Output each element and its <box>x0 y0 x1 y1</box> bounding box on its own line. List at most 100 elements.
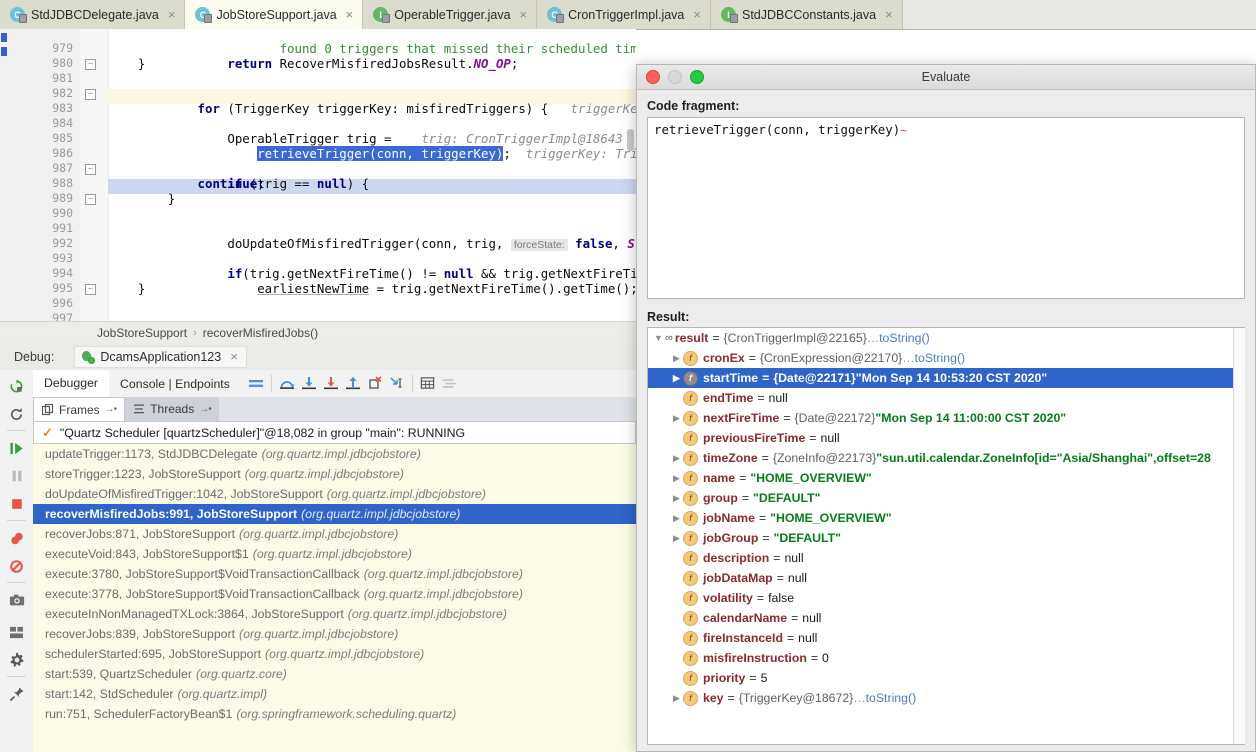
chevron-right-icon[interactable]: ▶ <box>670 513 683 524</box>
editor-tab-operabletrigger[interactable]: I OperableTrigger.java × <box>363 0 538 29</box>
stop-icon[interactable] <box>0 490 33 518</box>
thread-selector[interactable]: ✓ "Quartz Scheduler [quartzScheduler]"@1… <box>33 421 636 444</box>
close-icon[interactable]: × <box>885 8 893 21</box>
result-tree-scrollbar[interactable] <box>1233 328 1245 744</box>
stack-frame-row[interactable]: start:142, StdScheduler (org.quartz.impl) <box>33 684 636 704</box>
tab-debugger[interactable]: Debugger <box>33 370 110 397</box>
detach-icon[interactable]: →• <box>105 404 117 415</box>
drop-frame-icon[interactable] <box>364 370 386 396</box>
result-tree-row[interactable]: ▶ f group = "DEFAULT" <box>648 488 1245 508</box>
chevron-right-icon[interactable]: ▶ <box>670 353 683 364</box>
result-tree[interactable]: ▼ ∞ result = {CronTriggerImpl@22165} … toStr… <box>647 327 1245 745</box>
fold-marker-989[interactable]: − <box>85 194 96 205</box>
close-icon[interactable]: × <box>230 350 238 363</box>
chevron-right-icon[interactable]: ▶ <box>670 473 683 484</box>
editor-scrollbar-thumb[interactable] <box>627 129 634 151</box>
result-tree-row[interactable]: ▶ f key = {TriggerKey@18672} … toString() <box>648 688 1245 708</box>
chevron-right-icon[interactable]: ▶ <box>670 413 683 424</box>
tab-console-endpoints[interactable]: Console | Endpoints <box>109 370 241 397</box>
result-tree-row[interactable]: ▶ f timeZone = {ZoneInfo@22173} "sun.util.ca… <box>648 448 1245 468</box>
stack-frame-row[interactable]: executeInNonManagedTXLock:3864, JobStore… <box>33 604 636 624</box>
layout-icon[interactable] <box>0 618 33 646</box>
result-tree-row[interactable]: ▶ f jobName = "HOME_OVERVIEW" <box>648 508 1245 528</box>
result-tree-row[interactable]: f calendarName = null <box>648 608 1245 628</box>
chevron-down-icon[interactable]: ▼ <box>652 333 665 343</box>
tostring-link[interactable]: toString() <box>866 691 917 705</box>
tab-threads[interactable]: Threads →• <box>125 397 219 421</box>
chevron-right-icon[interactable]: ▶ <box>670 373 683 384</box>
frames-list[interactable]: updateTrigger:1173, StdJDBCDelegate (org.… <box>33 444 636 752</box>
run-to-cursor-icon[interactable] <box>386 370 408 396</box>
breadcrumb-method[interactable]: recoverMisfiredJobs() <box>203 326 318 340</box>
evaluate-expression-icon[interactable] <box>417 370 439 396</box>
pin-icon[interactable] <box>0 680 33 708</box>
step-over-icon[interactable] <box>276 370 298 396</box>
result-tree-row[interactable]: ▶ f jobGroup = "DEFAULT" <box>648 528 1245 548</box>
detach-icon[interactable]: →• <box>199 404 211 415</box>
view-breakpoints-icon[interactable] <box>0 524 33 552</box>
stack-frame-row[interactable]: recoverJobs:871, JobStoreSupport (org.qua… <box>33 524 636 544</box>
result-tree-row[interactable]: f volatility = false <box>648 588 1245 608</box>
close-icon[interactable]: × <box>520 8 528 21</box>
result-tree-row[interactable]: f jobDataMap = null <box>648 568 1245 588</box>
stack-frame-row[interactable]: run:751, SchedulerFactoryBean$1 (org.spri… <box>33 704 636 724</box>
resume-program-icon[interactable] <box>0 434 33 462</box>
breakpoint-marker[interactable] <box>1 47 7 56</box>
editor-tab-jobstoresupport[interactable]: C JobStoreSupport.java × <box>185 0 364 30</box>
tostring-link[interactable]: toString() <box>879 331 930 345</box>
fold-marker-995[interactable]: − <box>85 284 96 295</box>
code-editor[interactable]: 979 980 981 982 983 984 985 986 987 988 989 990 991 9… <box>0 29 636 321</box>
tab-frames[interactable]: Frames →• <box>33 397 126 421</box>
selected-expression[interactable]: retrieveTrigger(conn, triggerKey) <box>257 146 504 161</box>
stack-frame-row[interactable]: doUpdateOfMisfiredTrigger:1042, JobStore… <box>33 484 636 504</box>
close-icon[interactable]: × <box>346 8 354 21</box>
chevron-right-icon[interactable]: ▶ <box>670 693 683 704</box>
force-step-into-icon[interactable] <box>320 370 342 396</box>
step-out-icon[interactable] <box>342 370 364 396</box>
code-fragment-input[interactable]: retrieveTrigger(conn, triggerKey)∼ <box>647 117 1245 299</box>
stack-frame-row[interactable]: execute:3778, JobStoreSupport$VoidTransa… <box>33 584 636 604</box>
result-tree-row[interactable]: ▶ f nextFireTime = {Date@22172} "Mon Sep 14 … <box>648 408 1245 428</box>
fold-marker-980[interactable]: − <box>85 59 96 70</box>
result-tree-row[interactable]: ▼ ∞ result = {CronTriggerImpl@22165} … toStr… <box>648 328 1245 348</box>
dialog-title-bar[interactable]: Evaluate <box>637 65 1255 90</box>
result-tree-row[interactable]: f fireInstanceId = null <box>648 628 1245 648</box>
pause-program-icon[interactable] <box>0 462 33 490</box>
close-icon[interactable]: × <box>693 8 701 21</box>
stack-frame-row[interactable]: execute:3780, JobStoreSupport$VoidTransa… <box>33 564 636 584</box>
code-text-area[interactable]: found 0 triggers that missed their sched… <box>108 29 636 321</box>
step-into-icon[interactable] <box>298 370 320 396</box>
chevron-right-icon[interactable]: ▶ <box>670 493 683 504</box>
fold-marker-982[interactable]: − <box>85 89 96 100</box>
breakpoint-marker[interactable] <box>1 33 7 42</box>
stack-frame-row[interactable]: schedulerStarted:695, JobStoreSupport (or… <box>33 644 636 664</box>
debug-run-config-tab[interactable]: DcamsApplication123 × <box>74 345 247 368</box>
chevron-right-icon[interactable]: ▶ <box>670 453 683 464</box>
editor-tab-crontriggerimpl[interactable]: C CronTriggerImpl.java × <box>537 0 711 29</box>
refresh-icon[interactable] <box>0 400 33 428</box>
close-icon[interactable]: × <box>168 8 176 21</box>
result-tree-row[interactable]: ▶ f name = "HOME_OVERVIEW" <box>648 468 1245 488</box>
stack-frame-row[interactable]: storeTrigger:1223, JobStoreSupport (org.q… <box>33 464 636 484</box>
result-tree-row[interactable]: f priority = 5 <box>648 668 1245 688</box>
fold-marker-987[interactable]: − <box>85 164 96 175</box>
code-folding-gutter[interactable]: − − − − − <box>80 29 109 321</box>
stack-frame-row[interactable]: recoverMisfiredJobs:991, JobStoreSupport… <box>33 504 636 524</box>
settings-icon[interactable] <box>0 646 33 674</box>
result-tree-row[interactable]: f previousFireTime = null <box>648 428 1245 448</box>
stack-frame-row[interactable]: start:539, QuartzScheduler (org.quartz.co… <box>33 664 636 684</box>
stack-frame-row[interactable]: updateTrigger:1173, StdJDBCDelegate (org.… <box>33 444 636 464</box>
result-tree-row[interactable]: f description = null <box>648 548 1245 568</box>
mute-breakpoints-icon[interactable] <box>0 552 33 580</box>
result-tree-row[interactable]: ▶ f startTime = {Date@22171} "Mon Sep 14 10:… <box>648 368 1245 388</box>
settings-toolbar-icon[interactable] <box>439 370 461 396</box>
tostring-link[interactable]: toString() <box>915 351 966 365</box>
result-tree-row[interactable]: f misfireInstruction = 0 <box>648 648 1245 668</box>
camera-icon[interactable] <box>0 586 33 614</box>
chevron-right-icon[interactable]: ▶ <box>670 533 683 544</box>
breadcrumb-class[interactable]: JobStoreSupport <box>97 326 187 340</box>
rerun-icon[interactable] <box>0 372 33 400</box>
result-tree-row[interactable]: ▶ f cronEx = {CronExpression@22170} … toStri… <box>648 348 1245 368</box>
stack-frame-row[interactable]: recoverJobs:839, JobStoreSupport (org.qua… <box>33 624 636 644</box>
stack-frame-row[interactable]: executeVoid:843, JobStoreSupport$1 (org.q… <box>33 544 636 564</box>
